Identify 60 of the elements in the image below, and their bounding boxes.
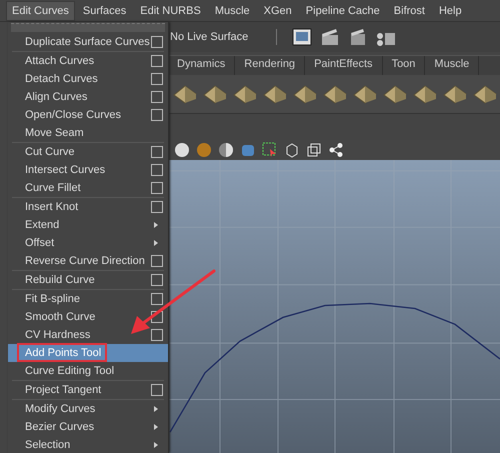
menu-bar-item[interactable]: Pipeline Cache [300, 0, 386, 20]
menu-item[interactable]: Align Curves [8, 88, 168, 106]
menu-item[interactable]: Bezier Curves [8, 418, 168, 436]
option-box[interactable] [151, 164, 163, 176]
share-icon[interactable] [328, 142, 344, 158]
option-box[interactable] [151, 329, 163, 341]
menu-item[interactable]: Rebuild Curve [8, 271, 168, 289]
menu-item[interactable]: Reverse Curve Direction [8, 252, 168, 270]
option-box[interactable] [151, 274, 163, 286]
menu-item[interactable]: Insert Knot [8, 198, 168, 216]
menu-item[interactable]: Duplicate Surface Curves [8, 33, 168, 51]
option-box[interactable] [151, 293, 163, 305]
submenu-arrow-icon [154, 442, 158, 448]
submenu-arrow-icon [154, 406, 158, 412]
menu-item[interactable]: Selection [8, 436, 168, 453]
select-icon[interactable] [262, 142, 278, 158]
menu-bar-item[interactable]: Edit NURBS [134, 0, 207, 20]
tear-off-handle[interactable] [11, 23, 165, 32]
menu-item[interactable]: Curve Fillet [8, 179, 168, 197]
menu-item[interactable]: Project Tangent [8, 381, 168, 399]
menu-item[interactable]: CV Hardness [8, 326, 168, 344]
menu-item[interactable]: Move Seam [8, 124, 168, 142]
sphere-icon[interactable] [218, 142, 234, 158]
menu-bar-item[interactable]: Bifrost [388, 0, 431, 20]
menu-bar-item[interactable]: Muscle [208, 0, 256, 20]
menu-item[interactable]: Modify Curves [8, 400, 168, 418]
option-box[interactable] [151, 109, 163, 121]
menu-item[interactable]: Cut Curve [8, 143, 168, 161]
menu-bar-item[interactable]: XGen [258, 0, 298, 20]
menu-item[interactable]: Curve Editing Tool [8, 362, 168, 380]
render-icon[interactable] [291, 27, 313, 47]
submenu-arrow-icon [154, 222, 158, 228]
option-box[interactable] [151, 146, 163, 158]
live-surface-label: No Live Surface [170, 31, 250, 43]
option-box[interactable] [151, 91, 163, 103]
option-box[interactable] [151, 384, 163, 396]
option-box[interactable] [151, 311, 163, 323]
sphere-icon[interactable] [174, 142, 190, 158]
option-box[interactable] [151, 55, 163, 67]
option-box[interactable] [151, 201, 163, 213]
menu-item[interactable]: Fit B-spline [8, 290, 168, 308]
menu-item[interactable]: Add Points Tool [8, 344, 168, 362]
submenu-arrow-icon [154, 424, 158, 430]
menu-bar-item[interactable]: Edit Curves [6, 0, 75, 20]
menu-bar-item[interactable]: Help [432, 0, 468, 20]
menu-item[interactable]: Attach Curves [8, 52, 168, 70]
menu-item[interactable]: Smooth Curve [8, 308, 168, 326]
menu-item[interactable]: Offset [8, 234, 168, 252]
option-box[interactable] [151, 73, 163, 85]
menu-item[interactable]: Open/Close Curves [8, 106, 168, 124]
option-box[interactable] [151, 36, 163, 48]
menu-item[interactable]: Extend [8, 216, 168, 234]
submenu-arrow-icon [154, 240, 158, 246]
option-box[interactable] [151, 255, 163, 267]
menu-item[interactable]: Detach Curves [8, 70, 168, 88]
menu-bar-item[interactable]: Surfaces [76, 0, 132, 20]
option-box[interactable] [151, 182, 163, 194]
squares-icon[interactable] [306, 142, 322, 158]
menu-item[interactable]: Intersect Curves [8, 161, 168, 179]
cube-icon[interactable] [284, 142, 300, 158]
